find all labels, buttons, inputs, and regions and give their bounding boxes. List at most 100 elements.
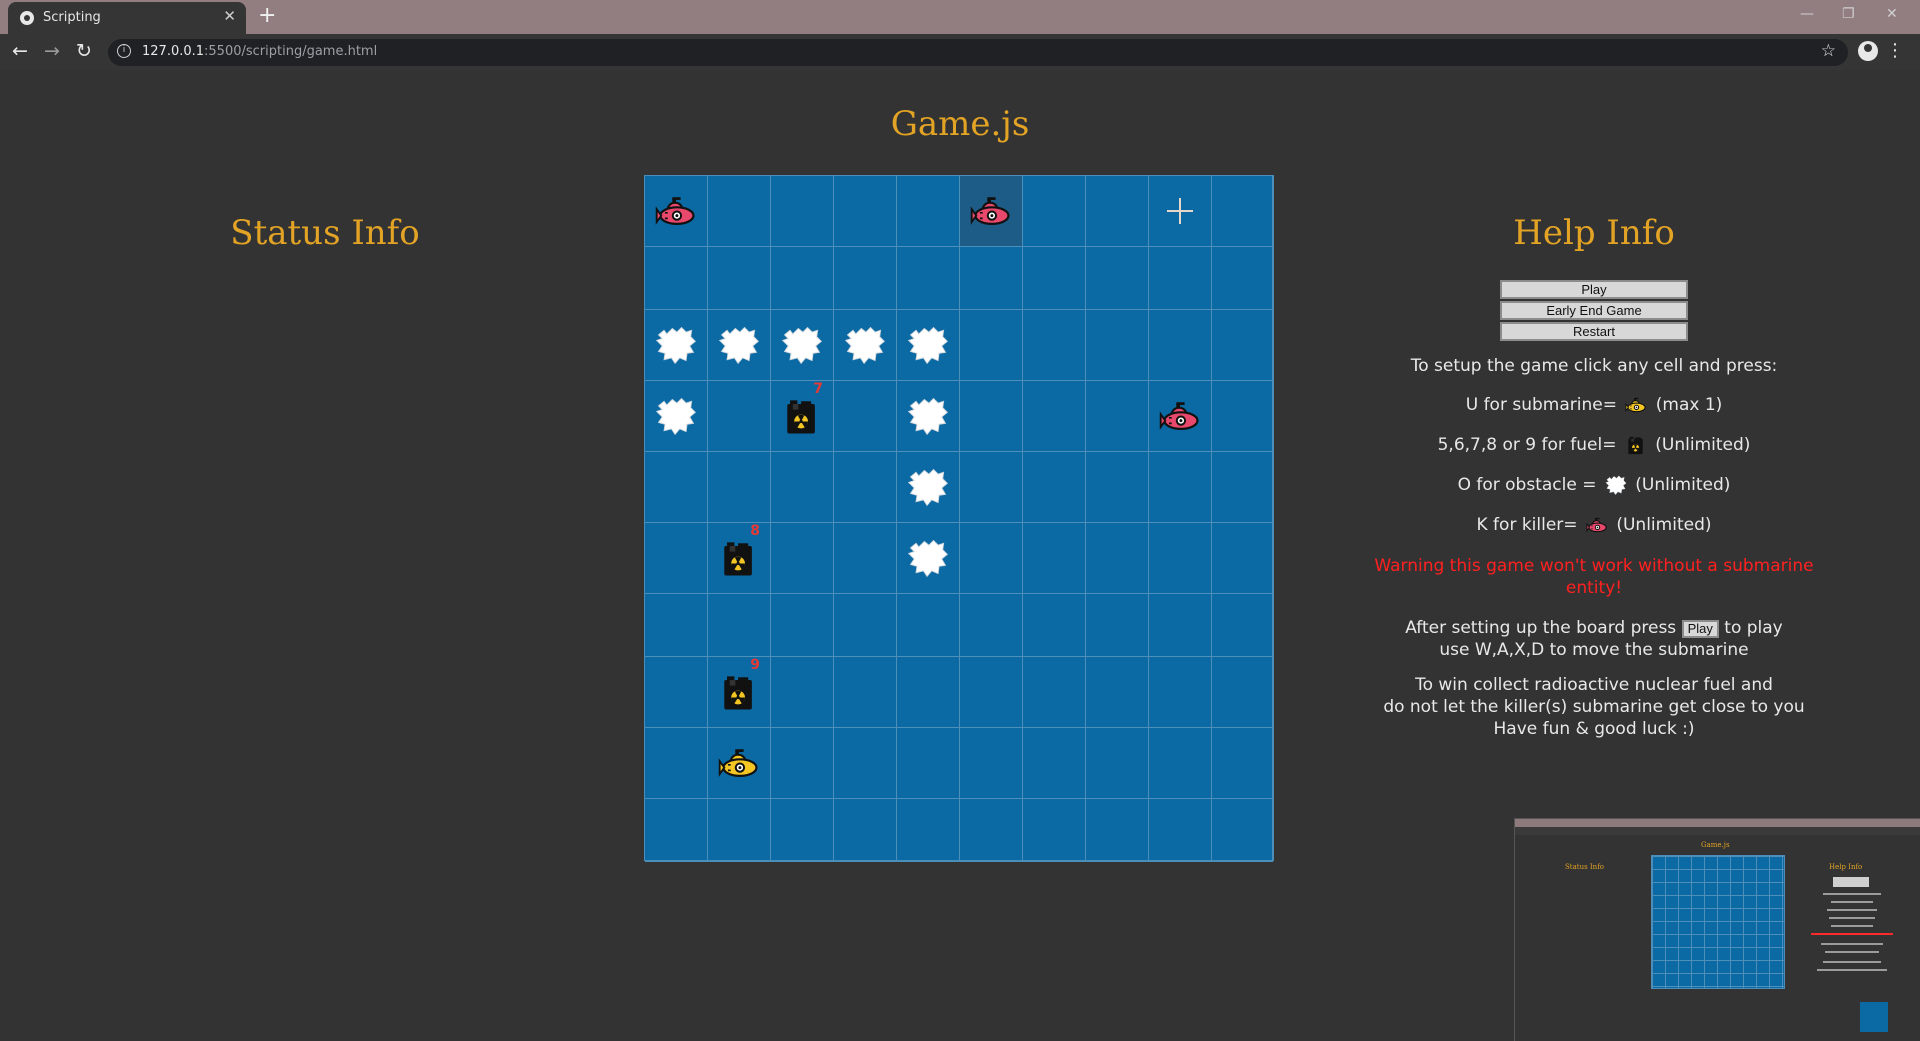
board-cell[interactable] (771, 176, 834, 247)
screenshot-thumbnail[interactable]: Game.js Status Info Help Info (1514, 818, 1920, 1041)
window-close-icon[interactable]: ✕ (1886, 6, 1898, 22)
minimize-icon[interactable]: — (1800, 6, 1814, 22)
board-cell[interactable] (1212, 799, 1273, 862)
info-icon[interactable]: i (117, 44, 131, 58)
board-cell[interactable] (1086, 452, 1149, 523)
board-cell[interactable] (960, 452, 1023, 523)
board-cell[interactable] (834, 799, 897, 862)
board-cell[interactable] (1086, 594, 1149, 657)
board-cell[interactable] (1086, 799, 1149, 862)
back-icon[interactable]: ← (12, 40, 28, 62)
board-cell[interactable] (1212, 176, 1273, 247)
board-cell[interactable] (771, 523, 834, 594)
board-cell[interactable] (960, 247, 1023, 310)
board-cell[interactable] (897, 728, 960, 799)
address-bar[interactable]: i 127.0.0.1:5500/scripting/game.html ☆ (108, 39, 1848, 66)
board-cell[interactable] (834, 657, 897, 728)
board-cell[interactable] (708, 452, 771, 523)
board-cell[interactable] (1086, 657, 1149, 728)
board-cell[interactable] (1023, 523, 1086, 594)
play-button[interactable]: Play (1500, 280, 1688, 299)
board-cell[interactable] (1149, 176, 1212, 247)
board-cell[interactable] (897, 176, 960, 247)
board-cell[interactable] (960, 594, 1023, 657)
board-cell[interactable] (645, 523, 708, 594)
board-cell[interactable] (1086, 381, 1149, 452)
board-cell[interactable] (1149, 247, 1212, 310)
board-cell[interactable] (897, 657, 960, 728)
board-cell[interactable] (897, 381, 960, 452)
board-cell[interactable] (1023, 594, 1086, 657)
board-cell[interactable] (1212, 657, 1273, 728)
board-cell[interactable] (897, 523, 960, 594)
board-cell[interactable] (708, 247, 771, 310)
account-icon[interactable] (1858, 41, 1878, 61)
board-cell[interactable] (1086, 247, 1149, 310)
restore-icon[interactable]: ❐ (1842, 6, 1855, 22)
board-cell[interactable] (834, 594, 897, 657)
board-cell[interactable] (1149, 523, 1212, 594)
board-cell[interactable] (1212, 452, 1273, 523)
board-cell[interactable] (771, 247, 834, 310)
board-cell[interactable] (708, 381, 771, 452)
board-cell[interactable] (1149, 657, 1212, 728)
board-cell[interactable] (897, 594, 960, 657)
board-cell[interactable] (1086, 523, 1149, 594)
board-cell[interactable] (645, 799, 708, 862)
board-cell[interactable] (1149, 381, 1212, 452)
board-cell[interactable] (645, 247, 708, 310)
bookmark-star-icon[interactable]: ☆ (1821, 41, 1836, 61)
board-cell[interactable] (834, 310, 897, 381)
board-cell[interactable] (960, 728, 1023, 799)
board-cell[interactable] (645, 381, 708, 452)
board-cell[interactable] (834, 381, 897, 452)
board-cell[interactable] (771, 799, 834, 862)
reload-icon[interactable]: ↻ (76, 40, 92, 62)
board-cell[interactable] (1023, 381, 1086, 452)
board-cell[interactable] (1086, 728, 1149, 799)
board-cell[interactable] (1149, 799, 1212, 862)
browser-tab[interactable]: Scripting ✕ (8, 2, 246, 34)
board-cell[interactable] (1023, 247, 1086, 310)
board-cell[interactable] (960, 310, 1023, 381)
board-cell[interactable] (834, 523, 897, 594)
board-cell[interactable] (708, 176, 771, 247)
board-cell[interactable] (1023, 799, 1086, 862)
board-cell[interactable] (645, 452, 708, 523)
board-cell[interactable] (1212, 381, 1273, 452)
board-cell[interactable] (1212, 523, 1273, 594)
tab-close-icon[interactable]: ✕ (223, 7, 236, 25)
board-cell[interactable] (1212, 728, 1273, 799)
board-cell[interactable] (960, 799, 1023, 862)
board-cell[interactable] (645, 176, 708, 247)
board-cell[interactable]: 8 (708, 523, 771, 594)
board-cell[interactable] (708, 728, 771, 799)
board-cell[interactable] (1023, 657, 1086, 728)
board-cell[interactable]: 9 (708, 657, 771, 728)
board-cell[interactable] (1212, 247, 1273, 310)
board-cell[interactable] (1086, 176, 1149, 247)
board-cell[interactable] (834, 728, 897, 799)
board-cell[interactable] (708, 594, 771, 657)
board-cell[interactable]: 7 (771, 381, 834, 452)
board-cell[interactable] (960, 657, 1023, 728)
menu-icon[interactable]: ⋮ (1886, 40, 1904, 61)
board-cell[interactable] (1212, 310, 1273, 381)
board-cell[interactable] (1023, 728, 1086, 799)
board-cell[interactable] (645, 594, 708, 657)
board-cell[interactable] (771, 594, 834, 657)
board-cell[interactable] (1023, 452, 1086, 523)
board-cell[interactable] (834, 176, 897, 247)
board-cell[interactable] (708, 799, 771, 862)
board-cell[interactable] (897, 247, 960, 310)
early-end-game-button[interactable]: Early End Game (1500, 301, 1688, 320)
board-cell[interactable] (645, 310, 708, 381)
board-cell[interactable] (708, 310, 771, 381)
board-cell[interactable] (1149, 728, 1212, 799)
board-cell[interactable] (645, 728, 708, 799)
new-tab-icon[interactable]: + (258, 3, 276, 28)
board-cell[interactable] (960, 381, 1023, 452)
board-cell[interactable] (1086, 310, 1149, 381)
board-cell[interactable] (1023, 176, 1086, 247)
board-cell[interactable] (771, 728, 834, 799)
